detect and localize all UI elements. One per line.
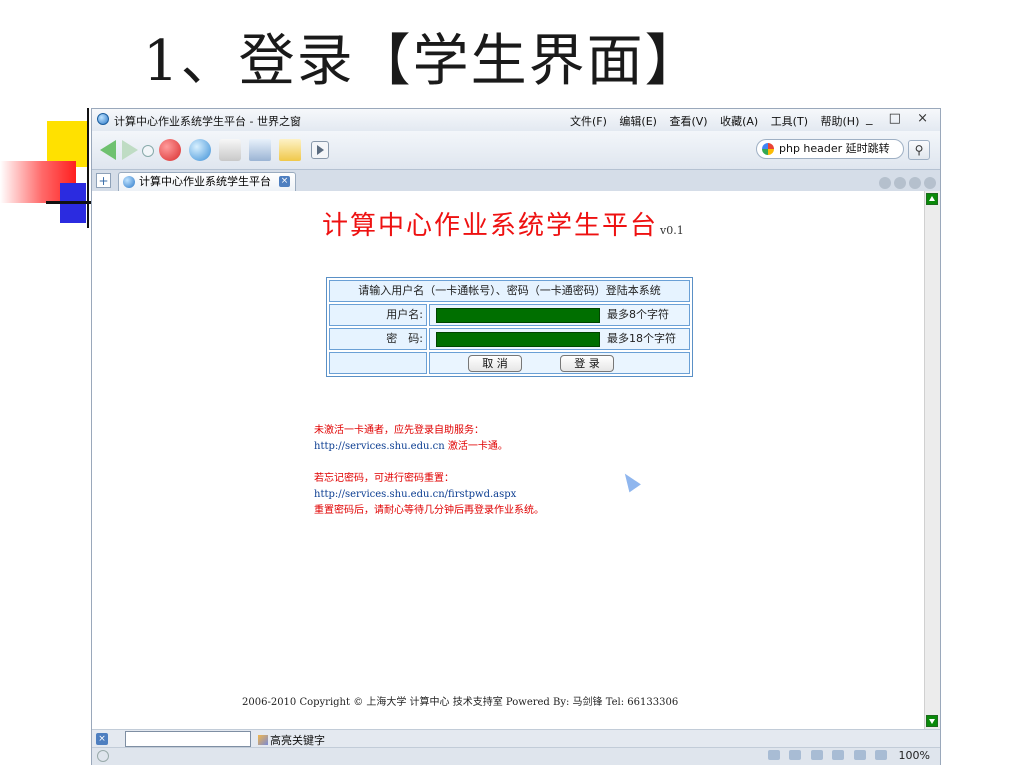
username-cell: 最多8个字符 [429,304,690,326]
login-row-buttons: 取 消 登 录 [329,352,690,374]
password-input[interactable] [436,332,600,347]
browser-globe-icon [97,113,109,125]
capture-icon[interactable] [875,750,888,760]
decor-horizontal-line [46,201,94,204]
menu-bar: 文件(F) 编辑(E) 查看(V) 收藏(A) 工具(T) 帮助(H) [570,113,868,129]
username-input[interactable] [436,308,600,323]
forgot-note: 若忘记密码，可进行密码重置： [314,473,454,484]
navigation-toolbar: php header 延时跳转 ⚲ [92,131,940,169]
tab-next-icon[interactable] [909,177,921,189]
menu-tools[interactable]: 工具(T) [771,115,808,128]
status-bar: 100% [92,747,940,765]
tab-bar: + 计算中心作业系统学生平台 × [92,169,940,192]
find-input[interactable] [125,731,251,747]
find-close-icon[interactable]: × [96,733,108,745]
filter-icon[interactable] [810,750,823,760]
reset-note: 重置密码后，请耐心等待几分钟后再登录作业系统。 [314,505,544,516]
menu-edit[interactable]: 编辑(E) [619,115,657,128]
page-tools-icon[interactable] [767,750,780,760]
play-icon[interactable] [311,141,329,159]
zoom-level[interactable]: 100% [899,749,930,762]
activate-note: 未激活一卡通者，应先登录自助服务： [314,425,484,436]
find-bar: × 高亮关键字 [92,729,940,748]
page-title: 计算中心作业系统学生平台 v0.1 [322,205,684,242]
tab-label: 计算中心作业系统学生平台 [139,175,271,188]
screen-icon[interactable] [789,750,802,760]
search-button[interactable]: ⚲ [908,140,930,160]
password-cell: 最多18个字符 [429,328,690,350]
page-title-text: 计算中心作业系统学生平台 [322,211,659,241]
activate-link[interactable]: http://services.shu.edu.cn [314,441,445,452]
version-label: v0.1 [660,224,684,237]
page-globe-icon [123,176,135,188]
help-notes: 未激活一卡通者，应先登录自助服务： http://services.shu.ed… [314,423,544,519]
tab-close-icon[interactable]: × [279,176,290,187]
search-engine-icon [762,143,774,155]
login-instruction: 请输入用户名（一卡通帐号）、密码（一卡通密码）登陆本系统 [329,280,690,302]
login-row-username: 用户名: 最多8个字符 [329,304,690,326]
cancel-button[interactable]: 取 消 [468,355,522,372]
title-bar: 计算中心作业系统学生平台 - 世界之窗 文件(F) 编辑(E) 查看(V) 收藏… [92,109,940,131]
download-icon[interactable] [832,750,845,760]
window-controls[interactable]: _ □ × [866,111,934,126]
empty-label-cell [329,352,427,374]
status-globe-icon [97,750,109,762]
back-arrow-icon[interactable] [100,140,116,160]
pen-icon [258,735,268,745]
magnifier-icon: ⚲ [914,143,924,157]
tab-close-all-icon[interactable] [924,177,936,189]
mouse-cursor-icon [619,469,641,493]
bookmarks-icon[interactable] [279,139,301,161]
tab-prev-icon[interactable] [894,177,906,189]
notes-spacer [314,455,544,471]
password-label: 密 码: [329,328,427,350]
save-page-icon[interactable] [249,139,271,161]
menu-file[interactable]: 文件(F) [570,115,607,128]
new-tab-button[interactable]: + [96,173,111,188]
login-form: 请输入用户名（一卡通帐号）、密码（一卡通密码）登陆本系统 用户名: 最多8个字符… [326,277,693,377]
activate-suffix: 激活一卡通。 [444,441,508,452]
buttons-cell: 取 消 登 录 [429,352,690,374]
stop-icon[interactable] [159,139,181,161]
scroll-down-icon[interactable] [926,715,938,727]
login-button[interactable]: 登 录 [560,355,614,372]
password-hint: 最多18个字符 [607,332,676,345]
page-viewport: 计算中心作业系统学生平台 v0.1 请输入用户名（一卡通帐号）、密码（一卡通密码）… [92,191,924,729]
menu-view[interactable]: 查看(V) [669,115,707,128]
reset-link[interactable]: http://services.shu.edu.cn/firstpwd.aspx [314,487,544,503]
login-row-password: 密 码: 最多18个字符 [329,328,690,350]
login-row-instruction: 请输入用户名（一卡通帐号）、密码（一卡通密码）登陆本系统 [329,280,690,302]
decor-vertical-line [87,108,89,228]
page-footer: 2006-2010 Copyright © 上海大学 计算中心 技术支持室 Po… [242,697,679,708]
media-icon[interactable] [853,750,866,760]
highlight-label: 高亮关键字 [270,734,325,747]
search-input[interactable]: php header 延时跳转 [756,139,904,159]
highlight-keywords-button[interactable]: 高亮关键字 [258,732,325,748]
slide-title: 1、登录【学生界面】 [143,29,703,94]
scroll-up-icon[interactable] [926,193,938,205]
search-text: php header 延时跳转 [779,142,890,155]
activate-line: http://services.shu.edu.cn 激活一卡通。 [314,439,544,455]
username-hint: 最多8个字符 [607,308,669,321]
home-icon[interactable] [219,139,241,161]
forward-arrow-icon[interactable] [122,140,138,160]
menu-favorites[interactable]: 收藏(A) [720,115,758,128]
tab-list-icon[interactable] [879,177,891,189]
tab-student-platform[interactable]: 计算中心作业系统学生平台 × [118,172,296,191]
menu-help[interactable]: 帮助(H) [821,115,860,128]
vertical-scrollbar[interactable] [924,191,940,729]
refresh-icon[interactable] [189,139,211,161]
status-icons: 100% [762,749,930,762]
window-title: 计算中心作业系统学生平台 - 世界之窗 [114,115,301,128]
browser-window: 计算中心作业系统学生平台 - 世界之窗 文件(F) 编辑(E) 查看(V) 收藏… [91,108,941,765]
history-dropdown-icon[interactable] [142,145,154,157]
username-label: 用户名: [329,304,427,326]
